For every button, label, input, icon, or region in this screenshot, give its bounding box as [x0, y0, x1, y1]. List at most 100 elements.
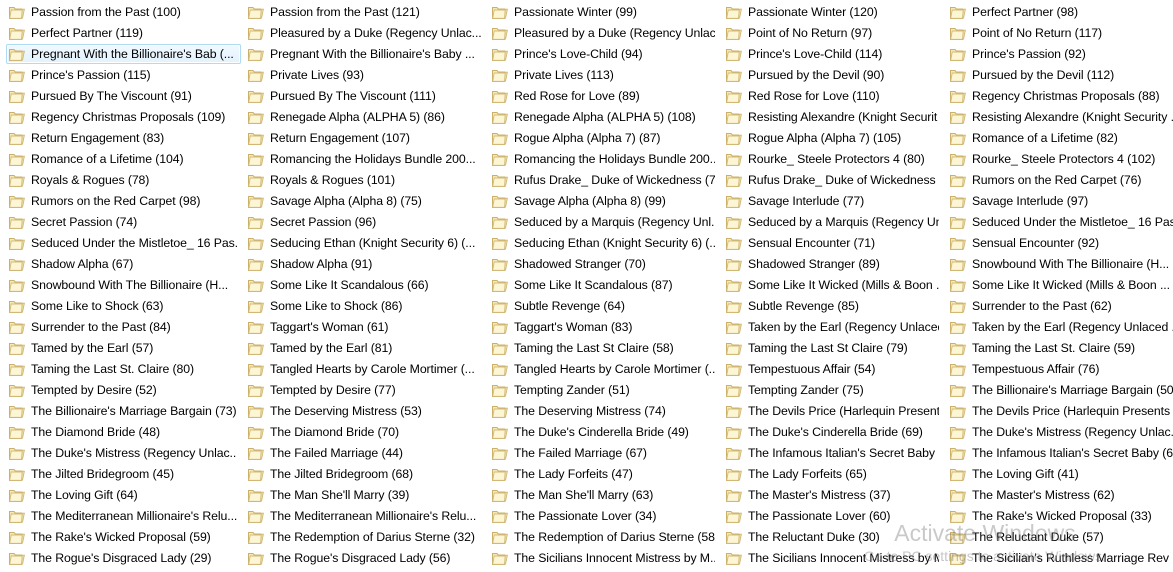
file-list-item[interactable]: Tempted by Desire (77): [245, 380, 485, 400]
file-list-item[interactable]: Prince's Passion (115): [6, 65, 241, 85]
file-list-item[interactable]: The Master's Mistress (62): [947, 485, 1173, 505]
file-list-item[interactable]: The Redemption of Darius Sterne (32): [245, 527, 485, 547]
file-list-item[interactable]: The Diamond Bride (70): [245, 422, 485, 442]
file-list-item[interactable]: Taming the Last St. Claire (59): [947, 338, 1173, 358]
file-list-item[interactable]: Taming the Last St Claire (58): [489, 338, 719, 358]
file-list-item[interactable]: The Billionaire's Marriage Bargain (73): [6, 401, 241, 421]
file-list-item[interactable]: Taming the Last St Claire (79): [723, 338, 943, 358]
file-list-item[interactable]: Rogue Alpha (Alpha 7) (105): [723, 128, 943, 148]
file-list-item[interactable]: Shadow Alpha (67): [6, 254, 241, 274]
file-list-item[interactable]: Pursued by the Devil (90): [723, 65, 943, 85]
file-list-item[interactable]: Pursued By The Viscount (91): [6, 86, 241, 106]
file-list-item[interactable]: The Jilted Bridegroom (68): [245, 464, 485, 484]
file-list-item[interactable]: Romance of a Lifetime (82): [947, 128, 1173, 148]
file-list-item[interactable]: Passion from the Past (121): [245, 2, 485, 22]
file-list-item[interactable]: Royals & Rogues (78): [6, 170, 241, 190]
file-list-item[interactable]: Pregnant With the Billionaire's Baby ...: [245, 44, 485, 64]
file-list-item[interactable]: Tangled Hearts by Carole Mortimer (...: [245, 359, 485, 379]
file-list-item[interactable]: Savage Interlude (77): [723, 191, 943, 211]
file-list-item[interactable]: Savage Alpha (Alpha 8) (99): [489, 191, 719, 211]
file-list-item[interactable]: The Failed Marriage (44): [245, 443, 485, 463]
file-list-item[interactable]: Tempestuous Affair (54): [723, 359, 943, 379]
file-list-item[interactable]: The Devils Price (Harlequin Presents ...: [947, 401, 1173, 421]
file-list-item[interactable]: Savage Interlude (97): [947, 191, 1173, 211]
file-list-item[interactable]: Seducing Ethan (Knight Security 6) (...: [489, 233, 719, 253]
file-list-item[interactable]: The Sicilians Innocent Mistress by M...: [489, 548, 719, 568]
file-list-item[interactable]: Secret Passion (74): [6, 212, 241, 232]
file-list-item[interactable]: The Duke's Mistress (Regency Unlac...: [947, 422, 1173, 442]
file-list-item[interactable]: Rufus Drake_ Duke of Wickedness (79): [489, 170, 719, 190]
file-list-item[interactable]: Snowbound With The Billionaire (H...: [6, 275, 241, 295]
file-list-item[interactable]: The Mediterranean Millionaire's Relu...: [245, 506, 485, 526]
file-list-item[interactable]: Return Engagement (107): [245, 128, 485, 148]
file-list-item[interactable]: Some Like It Wicked (Mills & Boon ...: [947, 275, 1173, 295]
file-list-view[interactable]: Passion from the Past (100) Perfect Partn…: [0, 0, 1173, 572]
file-list-item[interactable]: Some Like to Shock (86): [245, 296, 485, 316]
file-list-item[interactable]: Perfect Partner (98): [947, 2, 1173, 22]
file-list-item[interactable]: Pleasured by a Duke (Regency Unlac...: [245, 23, 485, 43]
file-list-item[interactable]: The Rake's Wicked Proposal (59): [6, 527, 241, 547]
file-list-item[interactable]: Pleasured by a Duke (Regency Unlac...: [489, 23, 719, 43]
file-list-item[interactable]: Seduced by a Marquis (Regency Unl...: [489, 212, 719, 232]
file-list-item[interactable]: The Lady Forfeits (47): [489, 464, 719, 484]
file-list-item[interactable]: Taming the Last St. Claire (80): [6, 359, 241, 379]
file-list-item[interactable]: The Duke's Cinderella Bride (49): [489, 422, 719, 442]
file-list-item[interactable]: Prince's Love-Child (94): [489, 44, 719, 64]
file-list-item[interactable]: The Loving Gift (64): [6, 485, 241, 505]
file-list-item[interactable]: Rufus Drake_ Duke of Wickedness (1...: [723, 170, 943, 190]
file-list-item[interactable]: Shadowed Stranger (70): [489, 254, 719, 274]
file-list-item[interactable]: Passion from the Past (100): [6, 2, 241, 22]
file-list-item[interactable]: The Lady Forfeits (65): [723, 464, 943, 484]
file-list-item[interactable]: Rourke_ Steele Protectors 4 (102): [947, 149, 1173, 169]
file-list-item[interactable]: Seduced Under the Mistletoe_ 16 Pas...: [6, 233, 241, 253]
file-list-item[interactable]: The Loving Gift (41): [947, 464, 1173, 484]
file-list-item[interactable]: The Man She'll Marry (63): [489, 485, 719, 505]
file-list-item[interactable]: The Duke's Mistress (Regency Unlac...: [6, 443, 241, 463]
file-list-item[interactable]: Sensual Encounter (71): [723, 233, 943, 253]
file-list-item[interactable]: Romance of a Lifetime (104): [6, 149, 241, 169]
file-list-item[interactable]: Shadow Alpha (91): [245, 254, 485, 274]
file-list-item[interactable]: Some Like It Wicked (Mills & Boon ...: [723, 275, 943, 295]
file-list-item[interactable]: Passionate Winter (120): [723, 2, 943, 22]
file-list-item[interactable]: Pursued By The Viscount (111): [245, 86, 485, 106]
file-list-item[interactable]: Subtle Revenge (64): [489, 296, 719, 316]
file-list-item[interactable]: The Diamond Bride (48): [6, 422, 241, 442]
file-list-item[interactable]: Taken by the Earl (Regency Unlaced ...: [947, 317, 1173, 337]
file-list-item[interactable]: Tamed by the Earl (81): [245, 338, 485, 358]
file-list-item[interactable]: Rourke_ Steele Protectors 4 (80): [723, 149, 943, 169]
file-list-item[interactable]: The Reluctant Duke (30): [723, 527, 943, 547]
file-list-item[interactable]: Some Like to Shock (63): [6, 296, 241, 316]
file-list-item[interactable]: Perfect Partner (119): [6, 23, 241, 43]
file-list-item[interactable]: The Infamous Italian's Secret Baby (6...: [947, 443, 1173, 463]
file-list-item[interactable]: Rogue Alpha (Alpha 7) (87): [489, 128, 719, 148]
file-list-item[interactable]: Point of No Return (117): [947, 23, 1173, 43]
file-list-item[interactable]: Private Lives (93): [245, 65, 485, 85]
file-list-item[interactable]: Taggart's Woman (83): [489, 317, 719, 337]
file-list-item[interactable]: Tempestuous Affair (76): [947, 359, 1173, 379]
file-list-item[interactable]: The Jilted Bridegroom (45): [6, 464, 241, 484]
file-list-item[interactable]: Taken by the Earl (Regency Unlaced ...: [723, 317, 943, 337]
file-list-item[interactable]: Seduced by a Marquis (Regency Unl...: [723, 212, 943, 232]
file-list-item[interactable]: The Man She'll Marry (39): [245, 485, 485, 505]
file-list-item[interactable]: Pursued by the Devil (112): [947, 65, 1173, 85]
file-list-item[interactable]: The Reluctant Duke (57): [947, 527, 1173, 547]
file-list-item[interactable]: The Rogue's Disgraced Lady (29): [6, 548, 241, 568]
file-list-item[interactable]: The Failed Marriage (67): [489, 443, 719, 463]
file-list-item[interactable]: The Passionate Lover (60): [723, 506, 943, 526]
file-list-item[interactable]: Renegade Alpha (ALPHA 5) (108): [489, 107, 719, 127]
file-list-item[interactable]: The Rogue's Disgraced Lady (56): [245, 548, 485, 568]
file-list-item[interactable]: Royals & Rogues (101): [245, 170, 485, 190]
file-list-item[interactable]: Regency Christmas Proposals (109): [6, 107, 241, 127]
file-list-item[interactable]: Surrender to the Past (62): [947, 296, 1173, 316]
file-list-item[interactable]: Resisting Alexandre (Knight Security ...: [947, 107, 1173, 127]
file-list-item[interactable]: Passionate Winter (99): [489, 2, 719, 22]
file-list-item[interactable]: Point of No Return (97): [723, 23, 943, 43]
file-list-item[interactable]: Pregnant With the Billionaire's Bab (...: [6, 44, 241, 64]
file-list-item[interactable]: Romancing the Holidays Bundle 200...: [245, 149, 485, 169]
file-list-item[interactable]: Tangled Hearts by Carole Mortimer (...: [489, 359, 719, 379]
file-list-item[interactable]: The Infamous Italian's Secret Baby (4...: [723, 443, 943, 463]
file-list-item[interactable]: Return Engagement (83): [6, 128, 241, 148]
file-list-item[interactable]: The Deserving Mistress (53): [245, 401, 485, 421]
file-list-item[interactable]: Rumors on the Red Carpet (76): [947, 170, 1173, 190]
file-list-item[interactable]: Tamed by the Earl (57): [6, 338, 241, 358]
